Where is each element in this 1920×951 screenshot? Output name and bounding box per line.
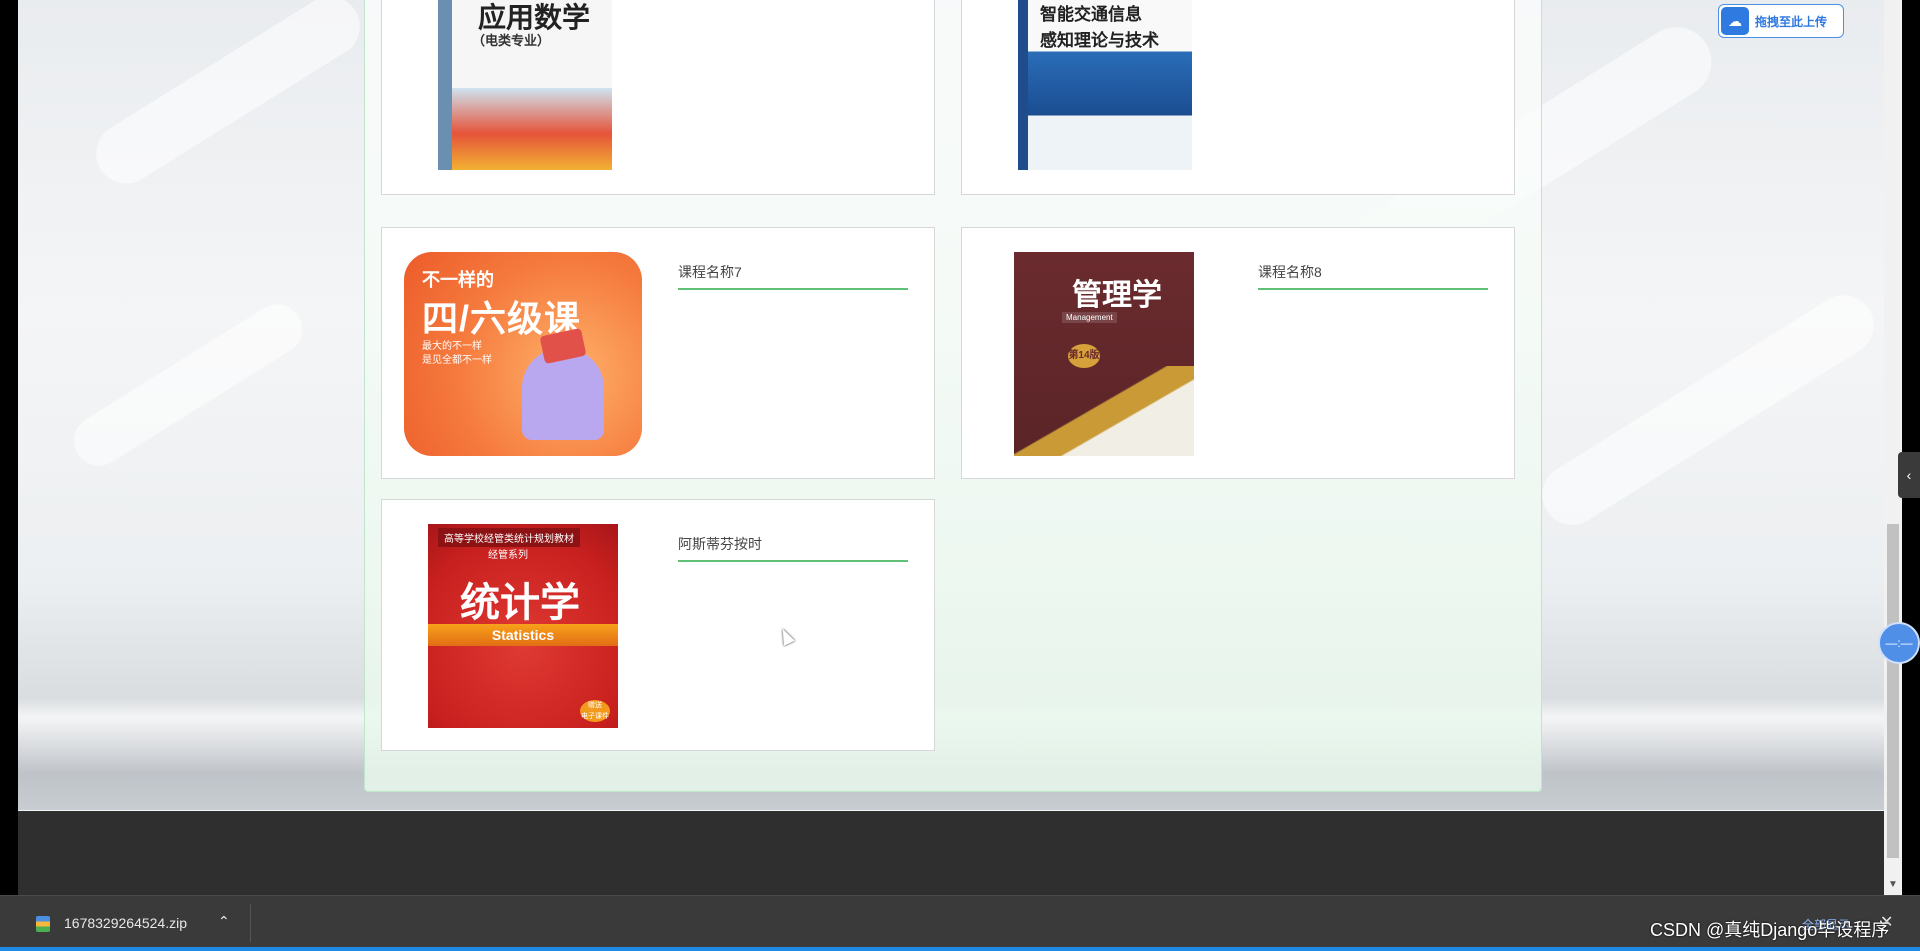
drag-upload-button[interactable]: ☁ 拖拽至此上传 [1718, 4, 1844, 38]
cover-subtitle: Management [1062, 312, 1117, 323]
course-card[interactable]: 不一样的 四/六级课 最大的不一样 是见全都不一样 课程名称7 [381, 227, 935, 479]
course-cover-image[interactable]: 智能交通信息 感知理论与技术 [1018, 0, 1192, 170]
page-footer [18, 811, 1884, 895]
cover-illustration [522, 348, 604, 440]
course-cover-image[interactable]: 不一样的 四/六级课 最大的不一样 是见全都不一样 [404, 252, 642, 456]
download-shelf: 1678329264524.zip ⌃ 全部显示 ✕ [0, 895, 1920, 951]
cover-subtitle: Statistics [491, 627, 555, 643]
course-title[interactable]: 课程名称7 [678, 262, 908, 290]
cover-title: 智能交通信息 感知理论与技术 [1040, 5, 1159, 50]
upload-label: 拖拽至此上传 [1755, 15, 1828, 29]
cover-series: 经管系列 [488, 550, 528, 561]
cover-tagline: 最大的不一样 是见全都不一样 [422, 341, 492, 366]
course-cover-image[interactable]: 应用数学 （电类专业） [438, 0, 612, 170]
cover-title: 管理学 [1072, 279, 1162, 312]
course-card[interactable]: 管理学 Management 第14版 课程名称8 [961, 227, 1515, 479]
course-card[interactable]: 高等学校经管类统计规划教材 经管系列 统计学 Statistics 赠送 电子课… [381, 499, 935, 751]
background-decoration [1530, 283, 1884, 537]
floating-widget-button[interactable]: —:— [1878, 622, 1920, 664]
course-card[interactable]: 智能交通信息 感知理论与技术 [961, 0, 1515, 195]
scroll-down-arrow-icon[interactable]: ▼ [1886, 878, 1900, 892]
cover-title: 统计学 [460, 581, 580, 625]
cloud-upload-icon: ☁ [1721, 7, 1749, 35]
chevron-up-icon[interactable]: ⌃ [218, 913, 230, 930]
cover-stamp: 赠送 电子课件 [580, 700, 610, 722]
course-list-panel: 应用数学 （电类专业） 智能交通信息 感知理论与技术 不一样的 四/六级课 最大… [364, 0, 1542, 792]
cover-decoration [1014, 366, 1194, 456]
course-card[interactable]: 应用数学 （电类专业） [381, 0, 935, 195]
download-progress-bar [0, 947, 1920, 951]
course-cover-image[interactable]: 高等学校经管类统计规划教材 经管系列 统计学 Statistics 赠送 电子课… [428, 524, 618, 728]
download-file-name[interactable]: 1678329264524.zip [64, 915, 187, 931]
background-decoration [84, 0, 372, 195]
cover-kicker: 不一样的 [422, 270, 494, 290]
cover-header: 高等学校经管类统计规划教材 [438, 528, 580, 547]
page-viewport: 应用数学 （电类专业） 智能交通信息 感知理论与技术 不一样的 四/六级课 最大… [18, 0, 1884, 895]
course-cover-image[interactable]: 管理学 Management 第14版 [1014, 252, 1194, 456]
cover-spine [1018, 0, 1028, 170]
cover-subtitle: （电类专业） [472, 33, 551, 48]
course-title[interactable]: 阿斯蒂芬按时 [678, 534, 908, 562]
cover-spine [438, 0, 452, 170]
cover-edition-badge: 第14版 [1068, 344, 1100, 368]
scrollbar-thumb[interactable] [1887, 524, 1899, 858]
background-decoration [64, 294, 312, 476]
floating-widget-label: —:— [1885, 636, 1913, 650]
zip-file-icon [36, 916, 50, 932]
side-panel-toggle[interactable]: ‹ [1898, 452, 1920, 498]
chevron-left-icon: ‹ [1906, 467, 1912, 483]
course-title[interactable]: 课程名称8 [1258, 262, 1488, 290]
watermark-text: CSDN @真纯Django毕设程序 [1650, 920, 1890, 940]
shelf-divider [250, 904, 251, 942]
